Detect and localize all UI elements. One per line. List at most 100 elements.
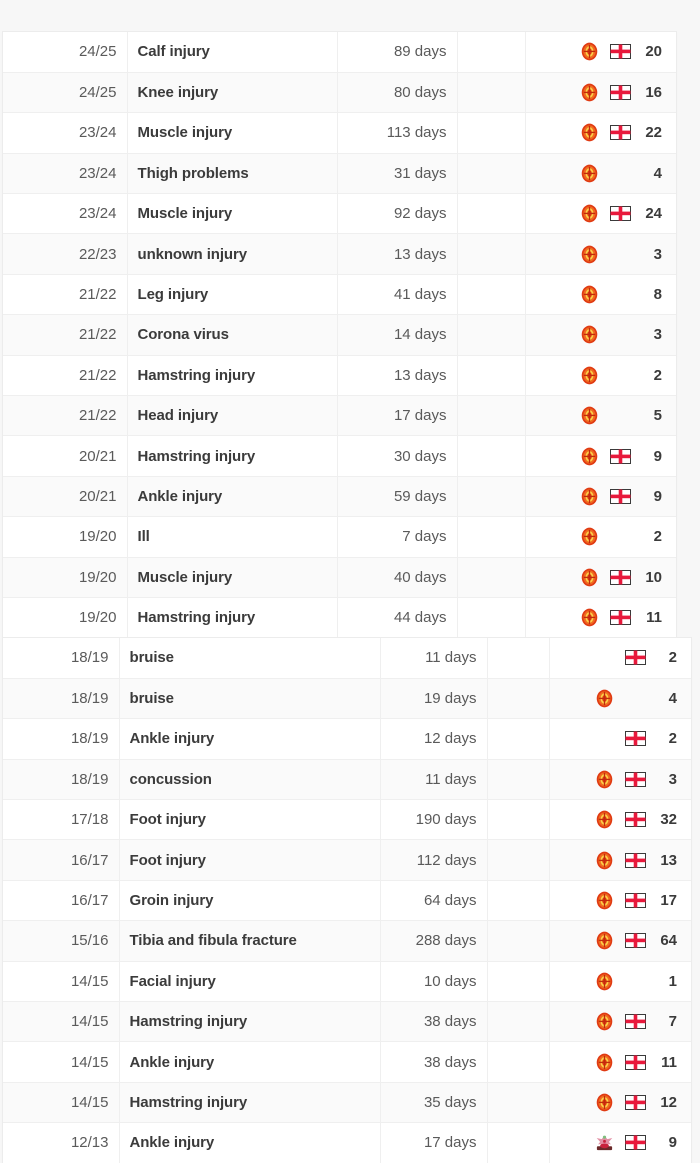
season-cell: 14/15 (3, 961, 120, 1003)
injury-name-cell[interactable]: Thigh problems (127, 153, 338, 195)
man-utd-crest (595, 810, 614, 829)
injury-name-cell[interactable]: Facial injury (119, 961, 381, 1003)
table-row[interactable]: 14/15 Ankle injury 38 days 11 (3, 1041, 691, 1083)
england-flag (610, 85, 631, 101)
table-row[interactable]: 20/21 Hamstring injury 30 days 9 (3, 435, 676, 477)
icons-wrap: 20 (536, 42, 662, 61)
injury-name-cell[interactable]: Ankle injury (127, 476, 338, 518)
injury-name-cell[interactable]: unknown injury (127, 233, 338, 275)
injury-name-cell[interactable]: Groin injury (119, 880, 381, 922)
days-missed-cell: 44 days (337, 597, 458, 638)
table-row[interactable]: 24/25 Calf injury 89 days 20 (3, 32, 676, 73)
games-missed-value: 3 (653, 245, 662, 263)
table-row[interactable]: 18/19 bruise 19 days 4 (3, 678, 691, 720)
table-row[interactable]: 19/20 Hamstring injury 44 days 11 (3, 597, 676, 638)
table-row[interactable]: 21/22 Hamstring injury 13 days 2 (3, 355, 676, 397)
spacer-cell (487, 678, 550, 720)
table-row[interactable]: 14/15 Hamstring injury 38 days 7 (3, 1001, 691, 1043)
spacer-cell (457, 153, 526, 195)
days-missed-cell: 190 days (380, 799, 488, 841)
table-row[interactable]: 18/19 Ankle injury 12 days 2 (3, 718, 691, 760)
table-row[interactable]: 18/19 bruise 11 days 2 (3, 638, 691, 679)
injury-name-cell[interactable]: Muscle injury (127, 557, 338, 598)
injury-name-cell[interactable]: concussion (119, 759, 381, 801)
table-row[interactable]: 23/24 Muscle injury 113 days 22 (3, 112, 676, 154)
spacer-cell (487, 759, 550, 801)
injury-name-cell[interactable]: Corona virus (127, 314, 338, 356)
injury-name-cell[interactable]: Leg injury (127, 274, 338, 316)
season-cell: 19/20 (3, 557, 128, 598)
england-flag (625, 893, 646, 909)
table-row[interactable]: 21/22 Leg injury 41 days 8 (3, 274, 676, 316)
injury-name-cell[interactable]: Muscle injury (127, 193, 338, 235)
injury-name-cell[interactable]: bruise (119, 678, 381, 720)
injury-name-cell[interactable]: Hamstring injury (119, 1001, 381, 1043)
injury-name-cell[interactable]: Hamstring injury (127, 597, 338, 638)
games-missed-value: 32 (660, 811, 677, 829)
season-cell: 18/19 (3, 638, 120, 679)
injury-name-cell[interactable]: Muscle injury (127, 112, 338, 154)
days-missed-cell: 92 days (337, 193, 458, 235)
days-missed-cell: 89 days (337, 32, 458, 73)
games-missed-value: 11 (661, 1053, 677, 1071)
injury-name-cell[interactable]: Hamstring injury (127, 435, 338, 477)
icons-wrap: 2 (560, 729, 677, 748)
days-missed-cell: 59 days (337, 476, 458, 518)
injury-name-cell[interactable]: Foot injury (119, 799, 381, 841)
table-row[interactable]: 20/21 Ankle injury 59 days 9 (3, 476, 676, 518)
injury-name-cell[interactable]: Hamstring injury (127, 355, 338, 397)
table-row[interactable]: 14/15 Hamstring injury 35 days 12 (3, 1082, 691, 1124)
icons-wrap: 2 (536, 366, 662, 385)
england-flag (610, 610, 631, 626)
icons-wrap: 32 (560, 810, 677, 829)
england-flag (625, 1135, 646, 1151)
days-missed-cell: 41 days (337, 274, 458, 316)
table-row[interactable]: 16/17 Groin injury 64 days 17 (3, 880, 691, 922)
england-flag (625, 933, 646, 949)
season-cell: 12/13 (3, 1122, 120, 1163)
season-cell: 16/17 (3, 839, 120, 881)
injury-name-cell[interactable]: Calf injury (127, 32, 338, 73)
games-missed-cell: 11 (525, 597, 676, 638)
injury-name-cell[interactable]: Hamstring injury (119, 1082, 381, 1124)
table-row[interactable]: 17/18 Foot injury 190 days 32 (3, 799, 691, 841)
table-row[interactable]: 21/22 Head injury 17 days 5 (3, 395, 676, 437)
table-row[interactable]: 15/16 Tibia and fibula fracture 288 days 64 (3, 920, 691, 962)
table-row[interactable]: 22/23 unknown injury 13 days 3 (3, 233, 676, 275)
table-row[interactable]: 24/25 Knee injury 80 days 16 (3, 72, 676, 114)
table-row[interactable]: 23/24 Thigh problems 31 days 4 (3, 153, 676, 195)
table-row[interactable]: 16/17 Foot injury 112 days 13 (3, 839, 691, 881)
injury-name-cell[interactable]: Tibia and fibula fracture (119, 920, 381, 962)
crest-placeholder (595, 729, 614, 748)
icons-wrap: 13 (560, 851, 677, 870)
table-row[interactable]: 21/22 Corona virus 14 days 3 (3, 314, 676, 356)
injury-name-cell[interactable]: Ankle injury (119, 1122, 381, 1163)
man-utd-crest (595, 689, 614, 708)
season-cell: 23/24 (3, 193, 128, 235)
table-row[interactable]: 23/24 Muscle injury 92 days 24 (3, 193, 676, 235)
man-utd-crest (580, 568, 599, 587)
injury-name-cell[interactable]: Ill (127, 516, 338, 558)
season-cell: 16/17 (3, 880, 120, 922)
injury-name-cell[interactable]: Knee injury (127, 72, 338, 114)
injury-name-cell[interactable]: Ankle injury (119, 1041, 381, 1083)
injury-table-lower: 18/19 bruise 11 days 2 18/19 bruise 19 days 4 18… (3, 638, 691, 1163)
injury-name-cell[interactable]: Ankle injury (119, 718, 381, 760)
spacer-cell (457, 314, 526, 356)
injury-name-cell[interactable]: Foot injury (119, 839, 381, 881)
spacer-cell (487, 1122, 550, 1163)
table-row[interactable]: 18/19 concussion 11 days 3 (3, 759, 691, 801)
days-missed-cell: 288 days (380, 920, 488, 962)
table-row[interactable]: 19/20 Muscle injury 40 days 10 (3, 557, 676, 598)
games-missed-cell: 16 (525, 72, 676, 114)
days-missed-cell: 14 days (337, 314, 458, 356)
man-utd-crest (595, 972, 614, 991)
icons-wrap: 16 (536, 83, 662, 102)
injury-name-cell[interactable]: Head injury (127, 395, 338, 437)
table-row[interactable]: 14/15 Facial injury 10 days 1 (3, 961, 691, 1003)
table-row[interactable]: 19/20 Ill 7 days 2 (3, 516, 676, 558)
days-missed-cell: 7 days (337, 516, 458, 558)
man-utd-crest (580, 42, 599, 61)
table-row[interactable]: 12/13 Ankle injury 17 days 9 (3, 1122, 691, 1163)
injury-name-cell[interactable]: bruise (119, 638, 381, 679)
